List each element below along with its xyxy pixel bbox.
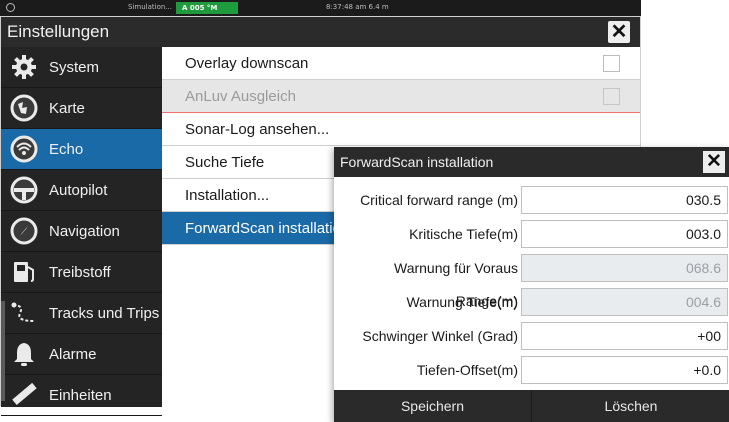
dialog-close-button[interactable]: ✕ bbox=[703, 151, 725, 173]
warnung-voraus-range-input: 068.6 bbox=[521, 254, 728, 282]
field-critical-forward-range: Critical forward range (m) 030.5 bbox=[334, 184, 729, 217]
simulation-label: Simulation... bbox=[128, 3, 172, 11]
gear-icon bbox=[10, 53, 38, 81]
kritische-tiefe-input[interactable]: 003.0 bbox=[521, 220, 728, 248]
compass-icon bbox=[10, 217, 38, 245]
menu-item-sonar-log[interactable]: Sonar-Log ansehen... bbox=[162, 113, 640, 146]
heading-badge: A 005 °M bbox=[176, 2, 238, 14]
fuel-pump-icon bbox=[10, 258, 38, 286]
field-label: Tiefen-Offset(m) bbox=[416, 362, 518, 378]
sidebar-item-treibstoff[interactable]: Treibstoff bbox=[1, 252, 162, 293]
menu-item-label: Installation... bbox=[185, 187, 270, 204]
sidebar-item-alarme[interactable]: Alarme bbox=[1, 334, 162, 375]
sidebar-item-autopilot[interactable]: Autopilot bbox=[1, 170, 162, 211]
sidebar-item-label: Tracks und Trips bbox=[49, 305, 160, 322]
bell-icon bbox=[10, 340, 38, 368]
overlay-downscan-checkbox[interactable] bbox=[603, 55, 620, 72]
sidebar-scrollbar[interactable] bbox=[1, 47, 5, 407]
sidebar-item-label: Navigation bbox=[49, 223, 120, 240]
status-bar: Simulation... A 005 °M 8:37:48 am 6.4 m bbox=[0, 0, 641, 16]
compass-icon bbox=[6, 3, 15, 12]
menu-item-label: AnLuv Ausgleich bbox=[185, 88, 296, 105]
forwardscan-dialog: ForwardScan installation ✕ Critical forw… bbox=[334, 147, 729, 422]
sidebar-item-label: Einheiten bbox=[49, 387, 112, 404]
sidebar-item-karte[interactable]: Karte bbox=[1, 88, 162, 129]
dialog-titlebar: ForwardScan installation ✕ bbox=[334, 147, 729, 177]
settings-title: Einstellungen bbox=[7, 22, 110, 41]
menu-item-label: Sonar-Log ansehen... bbox=[185, 121, 330, 138]
track-icon bbox=[10, 299, 38, 327]
time-readout: 8:37:48 am 6.4 m bbox=[326, 3, 389, 11]
dialog-footer: Speichern Löschen bbox=[334, 390, 729, 422]
sidebar-item-einheiten[interactable]: Einheiten bbox=[1, 375, 162, 416]
field-tiefen-offset: Tiefen-Offset(m) +0.0 bbox=[334, 354, 729, 387]
menu-item-overlay-downscan[interactable]: Overlay downscan bbox=[162, 47, 640, 80]
field-label: Warnung Tiefe(m) bbox=[406, 294, 518, 310]
field-kritische-tiefe: Kritische Tiefe(m) 003.0 bbox=[334, 218, 729, 251]
sidebar-item-tracks[interactable]: Tracks und Trips bbox=[1, 293, 162, 334]
save-button[interactable]: Speichern bbox=[334, 390, 532, 422]
field-schwinger-winkel: Schwinger Winkel (Grad) +00 bbox=[334, 320, 729, 353]
field-warnung-tiefe: Warnung Tiefe(m) 004.6 bbox=[334, 286, 729, 319]
settings-sidebar: System Karte Echo Autopilot Navigation T… bbox=[1, 47, 162, 416]
tiefen-offset-input[interactable]: +0.0 bbox=[521, 356, 728, 384]
field-warnung-voraus-range: Warnung für Voraus Range(m) 068.6 bbox=[334, 252, 729, 309]
sidebar-item-label: Alarme bbox=[49, 346, 97, 363]
dialog-title: ForwardScan installation bbox=[340, 154, 494, 170]
anluv-ausgleich-checkbox bbox=[603, 88, 620, 105]
field-label: Critical forward range (m) bbox=[360, 192, 518, 208]
close-button[interactable]: ✕ bbox=[608, 21, 630, 43]
settings-titlebar: Einstellungen ✕ bbox=[1, 17, 640, 47]
ruler-icon bbox=[10, 381, 38, 409]
sidebar-item-label: System bbox=[49, 59, 100, 76]
field-label: Kritische Tiefe(m) bbox=[409, 226, 518, 242]
autopilot-icon bbox=[10, 176, 38, 204]
menu-item-label: Overlay downscan bbox=[185, 55, 309, 72]
schwinger-winkel-input[interactable]: +00 bbox=[521, 322, 728, 350]
critical-forward-range-input[interactable]: 030.5 bbox=[521, 186, 728, 214]
sidebar-item-echo[interactable]: Echo bbox=[1, 129, 162, 170]
chart-icon bbox=[10, 94, 38, 122]
warnung-tiefe-input: 004.6 bbox=[521, 288, 728, 316]
field-label: Schwinger Winkel (Grad) bbox=[362, 328, 518, 344]
sidebar-item-navigation[interactable]: Navigation bbox=[1, 211, 162, 252]
echo-icon bbox=[10, 135, 38, 163]
scroll-thumb[interactable] bbox=[1, 301, 5, 401]
delete-button[interactable]: Löschen bbox=[533, 390, 729, 422]
sidebar-item-label: Karte bbox=[49, 100, 85, 117]
menu-item-label: Suche Tiefe bbox=[185, 154, 265, 171]
menu-item-anluv-ausgleich: AnLuv Ausgleich bbox=[162, 80, 640, 113]
sidebar-item-system[interactable]: System bbox=[1, 47, 162, 88]
sidebar-item-label: Echo bbox=[49, 141, 84, 158]
sidebar-item-label: Autopilot bbox=[49, 182, 108, 199]
sidebar-item-label: Treibstoff bbox=[49, 264, 111, 281]
